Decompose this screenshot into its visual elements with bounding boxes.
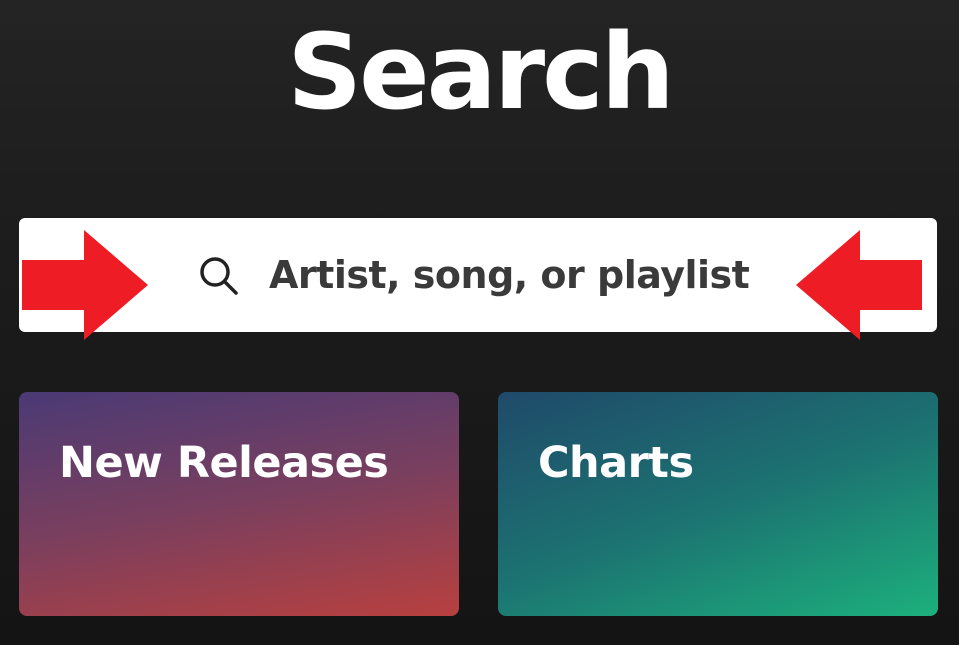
page-title: Search (287, 11, 675, 133)
card-new-releases[interactable]: New Releases (19, 392, 459, 616)
card-label: Charts (538, 438, 694, 488)
search-placeholder: Artist, song, or playlist (269, 253, 750, 297)
search-icon (197, 254, 241, 298)
card-charts[interactable]: Charts (498, 392, 938, 616)
red-arrow-right-icon (22, 230, 152, 340)
card-label: New Releases (59, 438, 389, 488)
red-arrow-left-icon (796, 230, 926, 340)
